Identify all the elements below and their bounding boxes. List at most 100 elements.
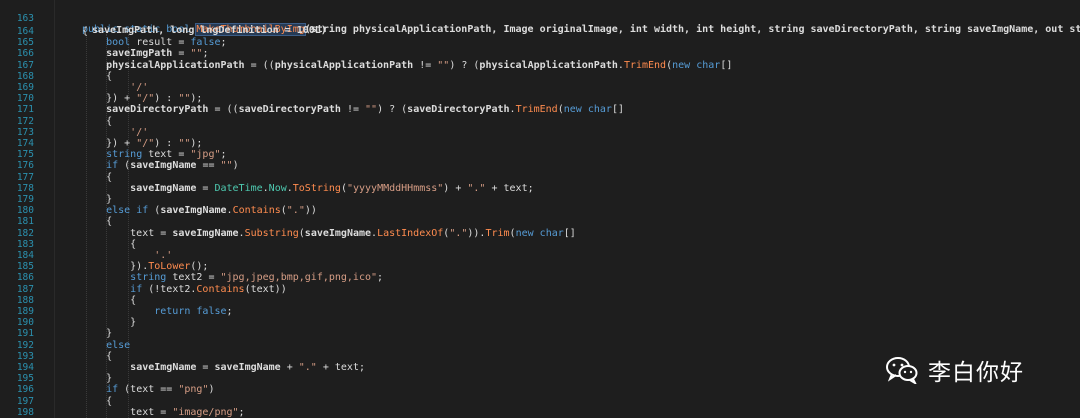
line-number: 184 [16, 250, 34, 261]
line-number: 178 [16, 182, 34, 194]
code-line: 163 public static bool MakeThumbnailByIm… [0, 2, 1080, 36]
code-text: saveImgPath = ""; [106, 48, 209, 60]
line-number: 195 [16, 373, 34, 385]
line-number: 191 [16, 328, 34, 340]
code-text: else [106, 339, 131, 351]
code-text: '/' [130, 82, 149, 93]
code-line: 187 if (!text2.Contains(text)) [0, 284, 1080, 295]
code-line: 165 bool result = false; [0, 37, 1080, 48]
line-number: 174 [16, 138, 34, 149]
code-line: 198 text = "image/png"; [0, 407, 1080, 418]
code-line: 179 } [0, 194, 1080, 205]
watermark: 李白你好 [886, 348, 1066, 392]
code-text: } [82, 328, 113, 340]
code-line: 197 { [0, 396, 1080, 407]
line-number: 185 [16, 261, 34, 273]
code-text: else if (saveImgName.Contains(".")) [106, 205, 317, 217]
code-text: } [82, 317, 137, 329]
code-text: }).ToLower(); [82, 261, 209, 273]
code-line: 180 else if (saveImgName.Contains(".")) [0, 205, 1080, 216]
code-text: saveDirectoryPath = ((saveDirectoryPath … [106, 104, 624, 116]
code-text: } [82, 373, 113, 385]
line-number: 165 [16, 37, 34, 49]
code-line: 184 '.' [0, 250, 1080, 261]
line-number: 196 [16, 384, 34, 396]
code-text: { [82, 238, 137, 250]
line-number: 164 [16, 26, 34, 37]
code-text: text = "image/png"; [82, 406, 245, 418]
line-number: 183 [16, 238, 34, 250]
code-line: 169 '/' [0, 82, 1080, 93]
code-line: 171 saveDirectoryPath = ((saveDirectoryP… [0, 104, 1080, 115]
line-number: 170 [16, 93, 34, 105]
code-line: 168 { [0, 71, 1080, 82]
code-text: saveImgName = DateTime.Now.ToString("yyy… [130, 182, 534, 194]
line-number: 182 [16, 227, 34, 239]
line-number: 198 [16, 406, 34, 418]
line-number: 169 [16, 82, 34, 93]
watermark-text: 李白你好 [928, 360, 1024, 386]
line-number: 171 [16, 104, 34, 116]
code-text: } [82, 194, 113, 205]
line-number: 173 [16, 126, 34, 138]
code-text: { [82, 294, 137, 306]
code-text: { [82, 115, 113, 127]
code-text: string text = "jpg"; [106, 149, 227, 161]
line-number: 180 [16, 205, 34, 217]
code-text: { [82, 26, 89, 37]
line-number: 181 [16, 216, 34, 228]
code-text: if (saveImgName == "") [106, 160, 239, 172]
line-number: 166 [16, 48, 34, 60]
line-number: 190 [16, 317, 34, 329]
code-text: '.' [154, 250, 173, 261]
line-number: 167 [16, 59, 34, 71]
code-line: 189 return false; [0, 306, 1080, 317]
code-text: string text2 = "jpg,jpeg,bmp,gif,png,ico… [130, 272, 384, 284]
code-line: 188 { [0, 295, 1080, 306]
code-line: 190 } [0, 317, 1080, 328]
line-number: 186 [16, 272, 34, 284]
line-number: 187 [16, 283, 34, 295]
line-number: 172 [16, 115, 34, 127]
line-number: 189 [16, 306, 34, 317]
code-text: }) + "/") : ""); [82, 138, 203, 149]
code-text: { [82, 395, 113, 407]
line-number: 192 [16, 339, 34, 351]
line-number: 197 [16, 395, 34, 407]
code-text: saveImgName = saveImgName + "." + text; [130, 362, 365, 373]
code-line: saveImgPath, long lngDefinition = 100L) [0, 14, 1080, 36]
code-text: { [82, 70, 113, 82]
code-line: 191 } [0, 328, 1080, 339]
code-line: 173 '/' [0, 127, 1080, 138]
code-text: { [82, 171, 113, 183]
code-text: bool result = false; [106, 37, 227, 49]
code-line: 183 { [0, 239, 1080, 250]
line-number: 188 [16, 294, 34, 306]
code-line: 164 { [0, 26, 1080, 37]
code-text: '/' [130, 126, 149, 138]
code-line: 170 }) + "/") : ""); [0, 93, 1080, 104]
code-line: 166 saveImgPath = ""; [0, 48, 1080, 59]
line-number: 168 [16, 70, 34, 82]
line-number: 179 [16, 194, 34, 205]
code-text: return false; [154, 306, 233, 317]
code-line: 186 string text2 = "jpg,jpeg,bmp,gif,png… [0, 272, 1080, 283]
code-text: if (!text2.Contains(text)) [130, 283, 287, 295]
wechat-icon [886, 357, 918, 384]
code-line: 174 }) + "/") : ""); [0, 138, 1080, 149]
line-number: 176 [16, 160, 34, 172]
code-line: 176 if (saveImgName == "") [0, 160, 1080, 171]
code-line: 182 text = saveImgName.Substring(saveImg… [0, 228, 1080, 239]
code-text: if (text == "png") [106, 384, 215, 396]
code-text: { [82, 350, 113, 362]
line-number: 193 [16, 350, 34, 362]
code-line: 178 saveImgName = DateTime.Now.ToString(… [0, 183, 1080, 194]
line-number: 175 [16, 149, 34, 161]
code-text: text = saveImgName.Substring(saveImgName… [82, 227, 576, 239]
line-number: 177 [16, 171, 34, 183]
code-line: 181 { [0, 216, 1080, 227]
code-text: physicalApplicationPath = ((physicalAppl… [106, 59, 733, 71]
code-text: { [82, 216, 113, 228]
code-text: }) + "/") : ""); [82, 93, 203, 105]
code-line: 177 { [0, 172, 1080, 183]
